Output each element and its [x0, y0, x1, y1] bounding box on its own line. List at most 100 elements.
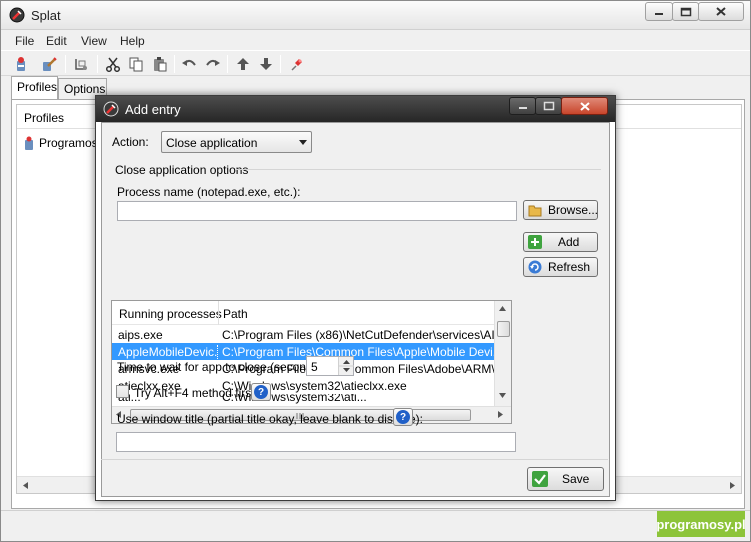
- cut-icon: [105, 57, 121, 72]
- window-title-input[interactable]: [116, 432, 516, 452]
- footer-divider: [101, 459, 608, 460]
- stepper-buttons[interactable]: [338, 357, 354, 375]
- window-title-help-button[interactable]: ?: [393, 408, 413, 426]
- list-item[interactable]: Programosy.: [23, 134, 106, 152]
- vertical-scrollbar[interactable]: [494, 301, 511, 407]
- watermark-badge: programosy.pl: [656, 511, 746, 537]
- redo-icon: [206, 59, 220, 66]
- new-profile-button[interactable]: [11, 54, 31, 74]
- new-profile-icon: [17, 57, 25, 71]
- tab-profiles[interactable]: Profiles: [11, 76, 58, 100]
- save-check-icon: [532, 471, 548, 487]
- minimize-icon: [655, 12, 663, 15]
- scroll-up-button[interactable]: [499, 306, 506, 311]
- splat-app-icon: [9, 7, 25, 23]
- add-button-label: Add: [558, 235, 580, 249]
- help-icon: ?: [254, 385, 268, 399]
- profiles-column-header: Profiles: [24, 111, 65, 125]
- menu-edit[interactable]: Edit: [46, 34, 67, 48]
- close-icon: [716, 7, 726, 16]
- process-list-header: Running processes Path: [112, 301, 495, 325]
- chevron-down-icon: [299, 140, 307, 145]
- column-header-path[interactable]: Path: [223, 307, 248, 321]
- toolbar-separator: [280, 55, 281, 73]
- process-name-label: Process name (notepad.exe, etc.):: [117, 185, 301, 199]
- maximize-button[interactable]: [672, 2, 699, 21]
- add-icon: [528, 235, 542, 249]
- table-row[interactable]: aips.exe C:\Program Files (x86)\NetCutDe…: [112, 326, 495, 343]
- group-divider: [235, 169, 601, 170]
- browse-button[interactable]: Browse...: [523, 200, 598, 220]
- browse-button-label: Browse...: [548, 203, 599, 217]
- dialog-title-bar[interactable]: Add entry: [96, 96, 615, 122]
- process-name-cell: AppleMobileDevic...: [118, 345, 218, 359]
- copy-button[interactable]: [126, 54, 146, 74]
- scroll-down-button[interactable]: [499, 393, 506, 398]
- menu-view[interactable]: View: [81, 34, 107, 48]
- edit-profile-button[interactable]: [39, 54, 59, 74]
- paste-icon: [154, 57, 167, 72]
- table-row-selected[interactable]: AppleMobileDevic... C:\Program Files\Com…: [112, 343, 495, 360]
- action-label: Action:: [112, 135, 149, 149]
- splat-app-icon: [103, 101, 119, 117]
- toolbar-separator: [174, 55, 175, 73]
- cut-button[interactable]: [103, 54, 123, 74]
- paste-button[interactable]: [150, 54, 170, 74]
- folder-icon: [528, 203, 542, 217]
- add-entry-dialog: Add entry Action: Close application Clos…: [95, 95, 616, 501]
- window-title: Splat: [31, 8, 61, 23]
- arrow-right-icon: [498, 411, 503, 418]
- move-up-button[interactable]: [233, 54, 253, 74]
- undo-button[interactable]: [179, 54, 199, 74]
- scroll-right-button[interactable]: [725, 479, 739, 492]
- save-button[interactable]: Save: [527, 467, 604, 491]
- pin-icon: [291, 59, 302, 71]
- minimize-button[interactable]: [645, 2, 673, 21]
- toolbar-separator: [97, 55, 98, 73]
- arrow-down-icon: [499, 393, 506, 398]
- status-bar: programosy.pl: [1, 510, 750, 541]
- window-title-label: Use window title (partial title okay, le…: [117, 412, 423, 426]
- menu-file[interactable]: File: [15, 34, 34, 48]
- arrow-up-icon: [499, 306, 506, 311]
- redo-button[interactable]: [203, 54, 223, 74]
- process-path-cell: C:\Program Files\Common Files\Apple\Mobi…: [222, 345, 494, 359]
- minimize-icon: [518, 107, 527, 109]
- dialog-close-button[interactable]: [561, 97, 608, 115]
- title-bar[interactable]: Splat: [1, 1, 750, 30]
- wait-time-stepper[interactable]: 5: [306, 356, 354, 376]
- wait-time-label: Time to wait for app to close (seconds):: [117, 360, 326, 374]
- scroll-left-button[interactable]: [19, 479, 33, 492]
- process-name-input[interactable]: [117, 201, 517, 221]
- dialog-minimize-button[interactable]: [509, 97, 536, 115]
- dialog-maximize-button[interactable]: [535, 97, 562, 115]
- toolbar-separator: [227, 55, 228, 73]
- toolbar-separator: [65, 55, 66, 73]
- menu-help[interactable]: Help: [120, 34, 145, 48]
- pin-button[interactable]: [287, 54, 307, 74]
- wait-time-value: 5: [311, 360, 318, 374]
- move-down-button[interactable]: [256, 54, 276, 74]
- profile-icon: [25, 136, 33, 150]
- process-path-cell: C:\Program Files (x86)\NetCutDefender\se…: [222, 328, 494, 342]
- profile-settings-button[interactable]: [71, 54, 91, 74]
- add-button[interactable]: Add: [523, 232, 598, 252]
- maximize-icon: [543, 101, 554, 111]
- save-button-label: Save: [562, 472, 590, 486]
- group-title: Close application options: [115, 163, 249, 177]
- move-up-icon: [237, 58, 249, 70]
- arrow-right-icon: [730, 482, 735, 489]
- menu-bar: File Edit View Help: [1, 32, 750, 50]
- column-header-processes[interactable]: Running processes: [119, 307, 222, 321]
- scroll-right-button[interactable]: [498, 411, 503, 418]
- help-icon: ?: [396, 410, 410, 424]
- column-separator[interactable]: [218, 301, 219, 325]
- refresh-button[interactable]: Refresh: [523, 257, 598, 277]
- altf4-checkbox[interactable]: [116, 385, 129, 398]
- scrollbar-thumb[interactable]: [497, 321, 510, 337]
- action-dropdown[interactable]: Close application: [161, 131, 312, 153]
- close-button[interactable]: [698, 2, 744, 21]
- undo-icon: [182, 59, 196, 66]
- altf4-help-button[interactable]: ?: [251, 383, 271, 401]
- action-value: Close application: [166, 136, 258, 150]
